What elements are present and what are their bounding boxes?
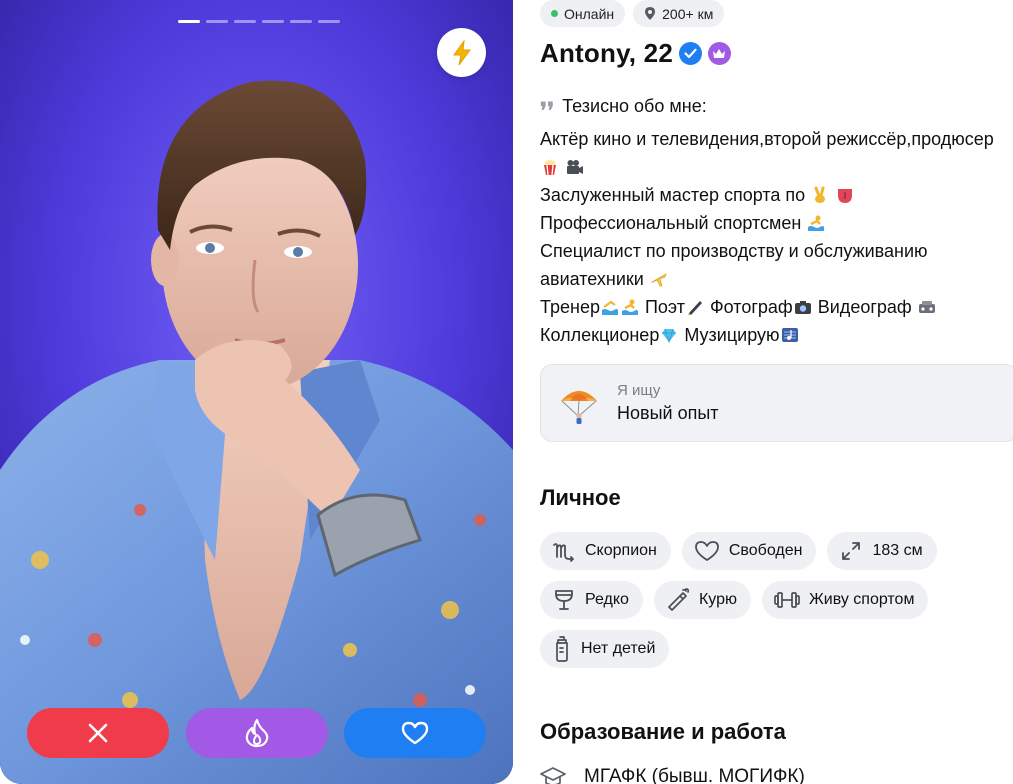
flame-icon (245, 718, 269, 748)
close-icon (88, 723, 108, 743)
bio-heading: Тезисно обо мне: (562, 96, 707, 116)
profile-bio: ❜❜ Тезисно обо мне: Актёр кино и телевиде… (540, 92, 1010, 349)
graduation-cap-icon (540, 767, 566, 784)
education-section-title: Образование и работа (540, 719, 786, 744)
online-status-label: Онлайн (564, 5, 615, 22)
bio-line: Музицирую (684, 325, 780, 345)
victory-hand-icon (814, 186, 826, 203)
heart-icon (401, 721, 429, 745)
lightning-icon (452, 39, 471, 65)
superlike-button[interactable] (186, 708, 328, 758)
bio-line: авиатехники (540, 269, 644, 289)
bio-line: Поэт (644, 297, 685, 317)
personal-tags: Скорпион Свободен 183 см Редко Курю Живу… (540, 532, 1013, 679)
photo-progress-segment[interactable] (290, 20, 312, 23)
personal-section-title: Личное (540, 485, 621, 510)
profile-photo-card[interactable] (0, 0, 513, 784)
photo-progress-segment[interactable] (206, 20, 228, 23)
photo-progress-segment[interactable] (234, 20, 256, 23)
education-school: МГАФК (бывш. МОГИФК) (584, 766, 805, 784)
status-chips: Онлайн 200+ км (540, 0, 725, 27)
wave-swimmer-icon (601, 300, 618, 315)
tag-zodiac: Скорпион (540, 532, 671, 570)
swimmer-icon (621, 299, 638, 315)
verified-badge-icon[interactable] (678, 42, 702, 65)
online-status-chip: Онлайн (540, 0, 626, 27)
dislike-button[interactable] (27, 708, 169, 758)
music-score-icon (781, 328, 798, 342)
swimmer-icon (808, 215, 825, 231)
tag-children: Нет детей (540, 630, 670, 668)
profile-name-age: Antony, 22 (540, 38, 673, 68)
expand-icon (842, 542, 861, 560)
premium-crown-icon[interactable] (707, 42, 731, 65)
education-item: МГАФК (бывш. МОГИФК) (540, 766, 805, 784)
bio-line: Профессиональный спортсмен (540, 213, 802, 233)
looking-for-value: Новый опыт (617, 403, 719, 423)
camera-icon (794, 301, 811, 314)
bio-line: Фотограф (709, 297, 793, 317)
distance-label: 200+ км (662, 5, 714, 22)
photo-progress-segment[interactable] (178, 20, 200, 23)
tag-smoking: Курю (653, 581, 751, 619)
location-pin-icon (645, 7, 656, 20)
tag-label: Живу спортом (808, 591, 915, 608)
baby-bottle-icon (556, 636, 568, 662)
tag-label: Курю (698, 591, 737, 608)
looking-for-label: Я ищу (617, 382, 661, 399)
like-button[interactable] (344, 708, 486, 758)
bio-line: Специалист по производству и обслуживани… (540, 241, 928, 261)
bio-line: Тренер (540, 297, 600, 317)
photo-progress-indicator (178, 20, 340, 23)
tag-relationship: Свободен (681, 532, 817, 570)
pen-icon (687, 301, 702, 315)
popcorn-icon (544, 159, 556, 176)
tag-alcohol: Редко (540, 581, 643, 619)
distance-chip: 200+ км (633, 0, 725, 27)
photo-progress-segment[interactable] (318, 20, 340, 23)
scorpio-icon (553, 543, 574, 562)
tag-label: Редко (585, 591, 629, 608)
photo-progress-segment[interactable] (262, 20, 284, 23)
tag-label: Скорпион (585, 542, 657, 559)
cigarette-icon (668, 588, 690, 611)
tag-label: Нет детей (581, 640, 656, 657)
tag-height: 183 см (827, 532, 937, 570)
looking-for-card: Я ищу Новый опыт (540, 364, 1013, 442)
bio-line: Заслуженный мастер спорта по (540, 185, 806, 205)
tag-label: Свободен (728, 542, 803, 559)
tag-sport: Живу спортом (761, 581, 929, 619)
bio-line: Актёр кино и телевидения,второй режиссёр… (540, 129, 994, 149)
profile-photo (0, 0, 513, 784)
video-camera-icon (918, 301, 935, 313)
quote-icon: ❜❜ (540, 98, 555, 124)
wine-glass-icon (555, 590, 573, 610)
bio-line: Видеограф (817, 297, 912, 317)
boost-button[interactable] (437, 28, 486, 77)
heart-outline-icon (694, 541, 719, 561)
online-dot-icon (551, 10, 558, 17)
airplane-icon (650, 273, 667, 287)
profile-name-row: Antony, 22 (540, 38, 731, 69)
bio-line: Коллекционер (540, 325, 660, 345)
tag-label: 183 см (872, 542, 923, 559)
gem-icon (662, 328, 677, 344)
dumbbell-icon (774, 592, 800, 608)
tongue-icon (838, 189, 853, 203)
movie-camera-icon (567, 160, 584, 174)
parachute-icon (561, 391, 597, 424)
